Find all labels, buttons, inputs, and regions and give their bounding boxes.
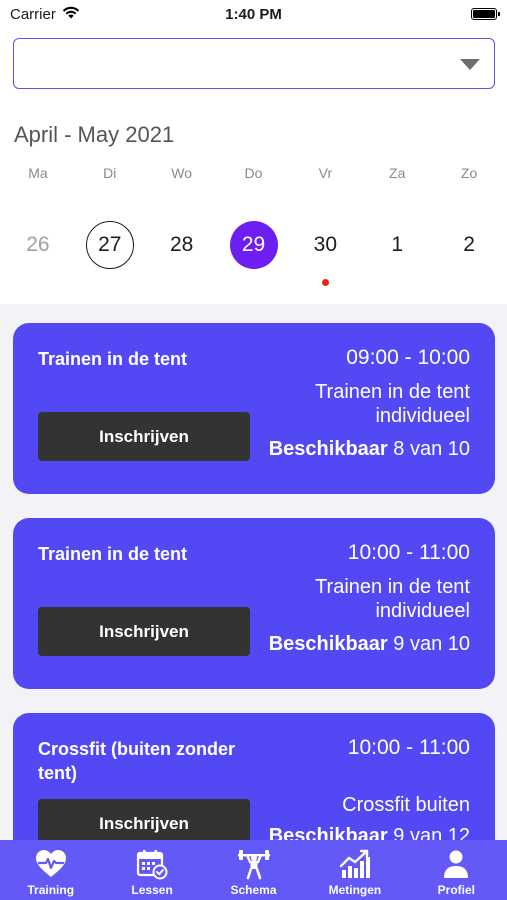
lesson-description: Trainen in de tent individueel bbox=[315, 381, 470, 427]
caret-down-icon bbox=[460, 59, 480, 70]
tab-label: Training bbox=[27, 883, 75, 897]
day-cell[interactable]: 27 bbox=[74, 221, 146, 281]
person-icon bbox=[439, 847, 473, 881]
weekday-label: Zo bbox=[460, 165, 478, 181]
signup-button[interactable]: Inschrijven bbox=[38, 607, 250, 656]
lesson-title: Crossfit (buiten zonder tent) bbox=[38, 739, 235, 783]
lesson-card: Crossfit (buiten zonder tent) 10:00 - 11… bbox=[13, 713, 495, 840]
lesson-card: Trainen in de tent 09:00 - 10:00 Trainen… bbox=[13, 323, 495, 494]
weekday-header: Ma Di Wo Do Vr Za Zo bbox=[0, 165, 507, 181]
weekday-label: Di bbox=[103, 165, 117, 181]
day-number: 28 bbox=[169, 233, 194, 256]
day-cell[interactable]: 2 bbox=[433, 221, 505, 281]
availability-value: 8 van 10 bbox=[393, 438, 470, 460]
day-cell[interactable]: 1 bbox=[361, 221, 433, 281]
tab-label: Schema bbox=[230, 883, 277, 897]
tab-label: Profiel bbox=[437, 883, 475, 897]
day-number: 29 bbox=[229, 221, 278, 269]
battery-icon bbox=[471, 8, 500, 20]
tab-lessen[interactable]: Lessen bbox=[101, 840, 202, 900]
status-right bbox=[337, 8, 500, 20]
tab-label: Lessen bbox=[131, 883, 173, 897]
tab-bar: Training Lessen Schema Metingen Profiel bbox=[0, 840, 507, 900]
week-calendar: April - May 2021 Ma Di Wo Do Vr Za Zo 26… bbox=[0, 108, 507, 304]
weekday-label: Vr bbox=[318, 165, 333, 181]
heart-pulse-icon bbox=[34, 847, 68, 881]
day-row: 26 27 28 29 30 1 2 bbox=[0, 221, 507, 286]
day-number: 30 bbox=[313, 233, 338, 256]
lesson-title: Trainen in de tent bbox=[38, 349, 188, 369]
lesson-time: 09:00 - 10:00 bbox=[346, 346, 470, 369]
calendar-check-icon bbox=[135, 847, 169, 881]
signup-button[interactable]: Inschrijven bbox=[38, 412, 250, 461]
app-screen: Carrier 1:40 PM April - May 2021 Ma Di W… bbox=[0, 0, 507, 900]
weekday-label: Do bbox=[244, 165, 263, 181]
day-number: 2 bbox=[463, 233, 475, 256]
lesson-availability: Beschikbaar 8 van 10 bbox=[269, 438, 470, 461]
weekday-label: Ma bbox=[28, 165, 48, 181]
tab-metingen[interactable]: Metingen bbox=[304, 840, 405, 900]
tab-training[interactable]: Training bbox=[0, 840, 101, 900]
day-number: 1 bbox=[391, 233, 404, 256]
lesson-time: 10:00 - 11:00 bbox=[347, 736, 470, 759]
day-cell[interactable]: 26 bbox=[2, 221, 74, 281]
weekday-label: Wo bbox=[171, 165, 193, 181]
availability-label: Beschikbaar bbox=[268, 438, 388, 460]
select-area bbox=[0, 28, 507, 108]
lesson-time: 10:00 - 11:00 bbox=[347, 541, 470, 564]
tab-schema[interactable]: Schema bbox=[203, 840, 304, 900]
weekday-label: Za bbox=[389, 165, 406, 181]
event-dot bbox=[321, 279, 329, 286]
lesson-list[interactable]: Trainen in de tent 09:00 - 10:00 Trainen… bbox=[0, 304, 507, 840]
status-bar: Carrier 1:40 PM bbox=[0, 0, 507, 28]
calendar-title: April - May 2021 bbox=[14, 122, 175, 147]
lesson-description: Trainen in de tent individueel bbox=[315, 576, 470, 622]
lesson-availability: Beschikbaar 9 van 12 bbox=[269, 825, 470, 840]
availability-label: Beschikbaar bbox=[268, 633, 388, 655]
day-cell[interactable]: 28 bbox=[146, 221, 218, 281]
signup-button[interactable]: Inschrijven bbox=[38, 799, 250, 840]
weightlifter-icon bbox=[237, 847, 271, 881]
day-number: 27 bbox=[85, 221, 134, 269]
lesson-availability: Beschikbaar 9 van 10 bbox=[269, 633, 470, 656]
status-time: 1:40 PM bbox=[225, 5, 282, 23]
day-cell[interactable]: 30 bbox=[289, 221, 361, 286]
lesson-title: Trainen in de tent bbox=[38, 544, 188, 564]
lesson-card: Trainen in de tent 10:00 - 11:00 Trainen… bbox=[13, 518, 495, 689]
chart-growth-icon bbox=[338, 847, 372, 881]
tab-profiel[interactable]: Profiel bbox=[406, 840, 507, 900]
availability-value: 9 van 12 bbox=[393, 825, 470, 840]
availability-label: Beschikbaar bbox=[268, 825, 388, 840]
carrier-label: Carrier bbox=[10, 5, 56, 23]
status-left: Carrier bbox=[10, 6, 170, 23]
location-select[interactable] bbox=[13, 38, 495, 89]
lesson-description: Crossfit buiten bbox=[342, 794, 470, 816]
wifi-icon bbox=[62, 6, 80, 23]
tab-label: Metingen bbox=[328, 883, 382, 897]
day-number: 26 bbox=[26, 233, 50, 256]
day-cell[interactable]: 29 bbox=[218, 221, 290, 281]
availability-value: 9 van 10 bbox=[393, 633, 470, 655]
